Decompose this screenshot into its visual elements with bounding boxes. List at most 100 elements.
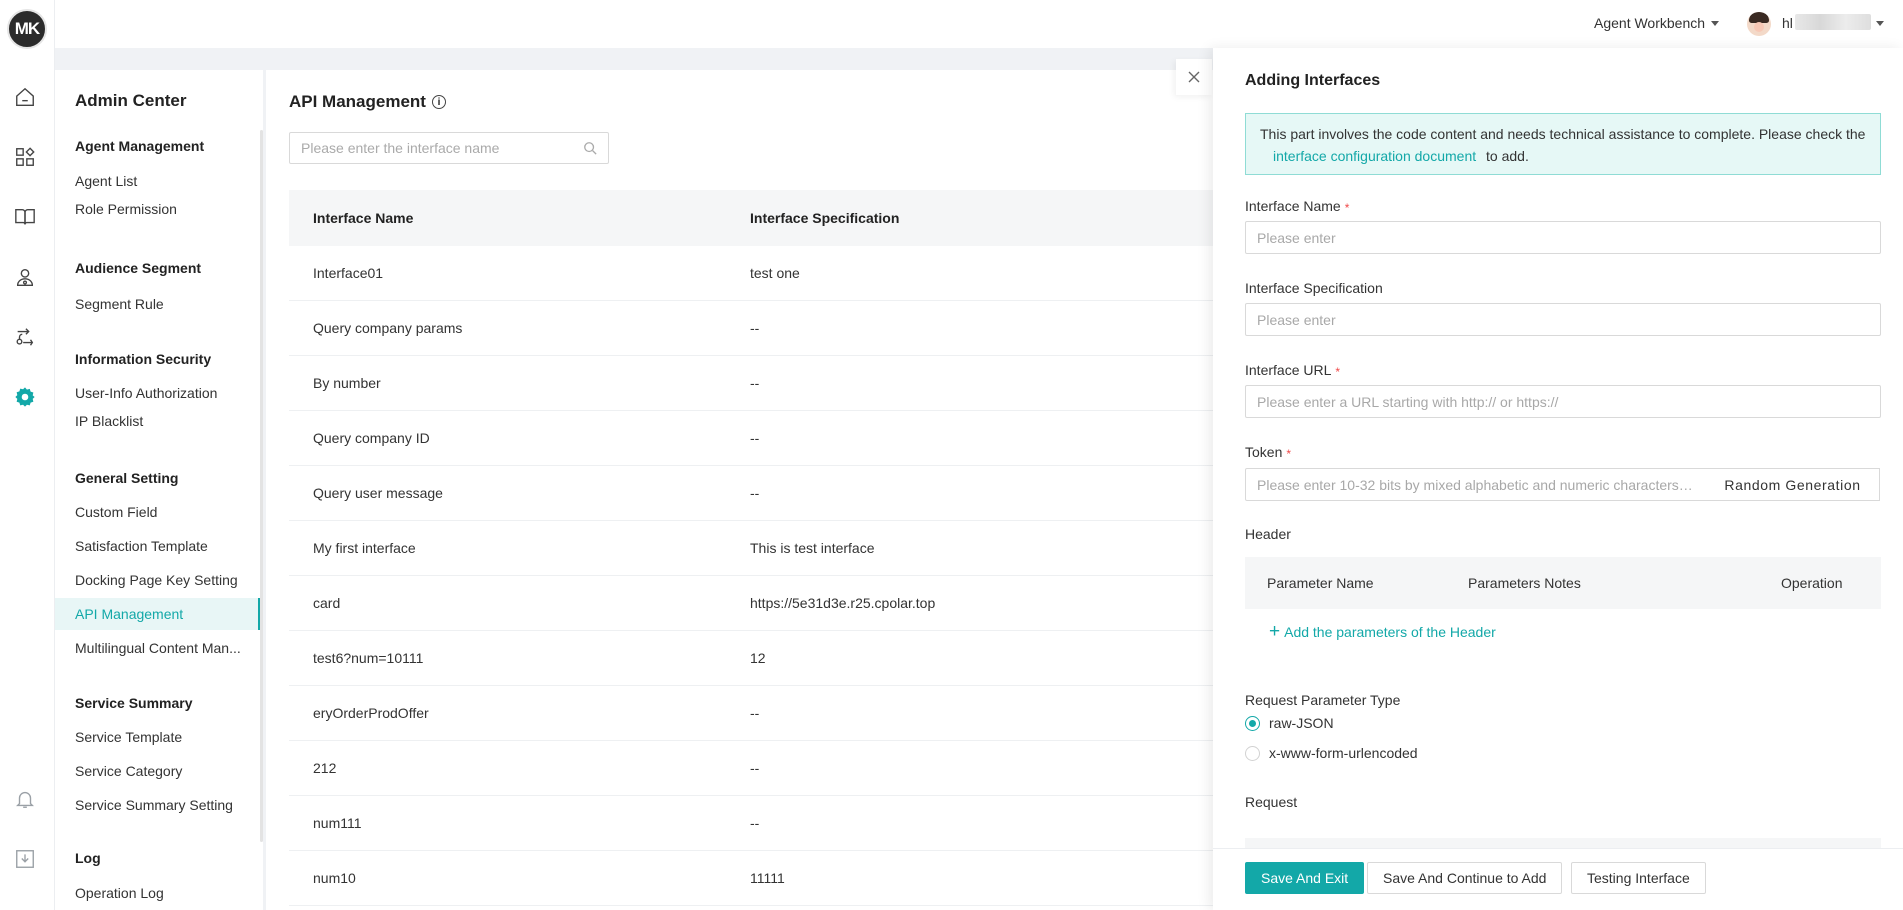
table-row[interactable]: My first interface This is test interface [289, 521, 1266, 576]
routing-icon[interactable] [13, 325, 37, 349]
download-icon[interactable] [13, 847, 37, 871]
add-header-param-label: Add the parameters of the Header [1284, 624, 1496, 640]
app-logo[interactable]: MK [7, 9, 47, 49]
home-icon[interactable] [13, 85, 37, 109]
column-header-interface-name: Interface Name [313, 210, 414, 226]
apps-icon[interactable] [13, 145, 37, 169]
sidebar-group-audience-segment: Audience Segment [75, 260, 202, 276]
sidebar-item-segment-rule[interactable]: Segment Rule [55, 288, 260, 320]
table-row[interactable]: Query company params -- [289, 301, 1266, 356]
sidebar-item-role-permission[interactable]: Role Permission [55, 193, 260, 225]
cell-interface-specification: -- [750, 375, 760, 391]
sidebar-item-ip-blacklist[interactable]: IP Blacklist [55, 405, 260, 437]
required-marker: * [1344, 201, 1350, 215]
admin-sidebar: Admin Center Agent Management Agent List… [55, 70, 263, 910]
sidebar-item-custom-field[interactable]: Custom Field [55, 496, 260, 528]
sidebar-group-service-summary: Service Summary [75, 695, 193, 711]
save-and-continue-button[interactable]: Save And Continue to Add [1367, 862, 1563, 894]
interface-name-field[interactable] [1245, 221, 1881, 254]
agent-icon[interactable] [13, 265, 37, 289]
page-title-text: API Management [289, 92, 426, 111]
table-row[interactable]: num10 11111 [289, 851, 1266, 906]
username[interactable]: hl [1782, 15, 1793, 31]
main-content: API Management i Interface Name Interfac… [266, 70, 1266, 910]
cell-interface-name: Interface01 [313, 265, 384, 281]
cell-interface-name: My first interface [313, 540, 416, 556]
avatar[interactable] [1747, 12, 1771, 36]
radio-unselected-icon [1245, 745, 1260, 761]
radio-x-www-form-urlencoded[interactable]: x-www-form-urlencoded [1245, 745, 1418, 761]
radio-x-www-form-urlencoded-label: x-www-form-urlencoded [1269, 745, 1418, 761]
workbench-switch[interactable]: Agent Workbench [1594, 15, 1720, 31]
required-marker: * [1335, 365, 1341, 379]
sidebar-item-multilingual-content[interactable]: Multilingual Content Man... [55, 632, 260, 664]
request-param-type-label: Request Parameter Type [1245, 692, 1401, 708]
token-field[interactable] [1245, 468, 1707, 501]
cell-interface-specification: 11111 [750, 870, 785, 886]
sidebar-group-agent-management: Agent Management [75, 138, 205, 154]
interface-spec-label: Interface Specification [1245, 280, 1383, 296]
bell-icon[interactable] [13, 787, 37, 811]
chevron-down-icon [1711, 20, 1720, 26]
cell-interface-name: Query company ID [313, 430, 430, 446]
header-label: Header [1245, 526, 1291, 542]
table-row[interactable]: Query user message -- [289, 466, 1266, 521]
table-row[interactable]: card https://5e31d3e.r25.cpolar.top [289, 576, 1266, 631]
cell-interface-specification: test one [750, 265, 800, 281]
interface-doc-link[interactable]: interface configuration document [1273, 148, 1476, 164]
info-icon[interactable]: i [431, 95, 446, 109]
table-header: Interface Name Interface Specification [289, 190, 1266, 246]
table-row[interactable]: Interface01 test one [289, 246, 1266, 301]
column-header-operation: Operation [1781, 575, 1843, 591]
interface-name-label-text: Interface Name [1245, 198, 1341, 214]
radio-raw-json[interactable]: raw-JSON [1245, 715, 1334, 731]
interface-url-field[interactable] [1245, 385, 1881, 418]
search-input[interactable] [289, 132, 609, 164]
sidebar-item-api-management[interactable]: API Management [55, 598, 260, 630]
settings-icon[interactable] [13, 385, 37, 409]
close-icon [1188, 71, 1200, 83]
cell-interface-name: test6?num=10111 [313, 650, 424, 666]
interface-table: Interface Name Interface Specification I… [289, 190, 1266, 906]
table-row[interactable]: test6?num=10111 12 [289, 631, 1266, 686]
cell-interface-specification: This is test interface [750, 540, 875, 556]
sidebar-item-operation-log[interactable]: Operation Log [55, 877, 260, 909]
sidebar-item-service-summary-setting[interactable]: Service Summary Setting [55, 789, 260, 821]
sidebar-scrollbar[interactable] [260, 130, 263, 842]
username-redacted [1795, 14, 1871, 30]
interface-name-label: Interface Name * [1245, 198, 1350, 215]
add-interface-drawer: Adding Interfaces This part involves the… [1213, 48, 1903, 910]
table-row[interactable]: num111 -- [289, 796, 1266, 851]
cell-interface-name: num10 [313, 870, 356, 886]
table-row[interactable]: By number -- [289, 356, 1266, 411]
sidebar-item-service-template[interactable]: Service Template [55, 721, 260, 753]
table-row[interactable]: Query company ID -- [289, 411, 1266, 466]
random-generation-button[interactable]: Random Generation [1706, 468, 1880, 501]
add-header-param-button[interactable]: + Add the parameters of the Header [1269, 621, 1496, 642]
required-marker: * [1286, 447, 1292, 461]
interface-spec-field[interactable] [1245, 303, 1881, 336]
cell-interface-name: num111 [313, 815, 362, 831]
save-and-exit-button[interactable]: Save And Exit [1245, 862, 1365, 894]
workbench-label: Agent Workbench [1594, 15, 1706, 31]
testing-interface-button[interactable]: Testing Interface [1571, 862, 1706, 894]
cell-interface-name: 212 [313, 760, 337, 776]
table-row[interactable]: eryOrderProdOffer -- [289, 686, 1266, 741]
header-params-table-head: Parameter Name Parameters Notes Operatio… [1245, 557, 1881, 609]
column-header-parameters-notes: Parameters Notes [1468, 575, 1581, 591]
search-icon[interactable] [583, 141, 597, 155]
page-title: API Management i [289, 92, 446, 112]
notice-suffix: to add. [1486, 148, 1529, 164]
book-icon[interactable] [13, 205, 37, 229]
drawer-footer: Save And Exit Save And Continue to Add T… [1213, 848, 1903, 910]
table-row[interactable]: 212 -- [289, 741, 1266, 796]
plus-icon: + [1269, 621, 1281, 642]
sidebar-item-satisfaction-template[interactable]: Satisfaction Template [55, 530, 260, 562]
sidebar-item-service-category[interactable]: Service Category [55, 755, 260, 787]
user-menu-chevron-icon[interactable] [1876, 21, 1884, 26]
request-label: Request [1245, 794, 1298, 810]
sidebar-item-docking-page-key-setting[interactable]: Docking Page Key Setting [55, 564, 260, 596]
token-label: Token * [1245, 444, 1292, 461]
cell-interface-name: Query company params [313, 320, 463, 336]
drawer-close-button[interactable] [1176, 59, 1212, 95]
